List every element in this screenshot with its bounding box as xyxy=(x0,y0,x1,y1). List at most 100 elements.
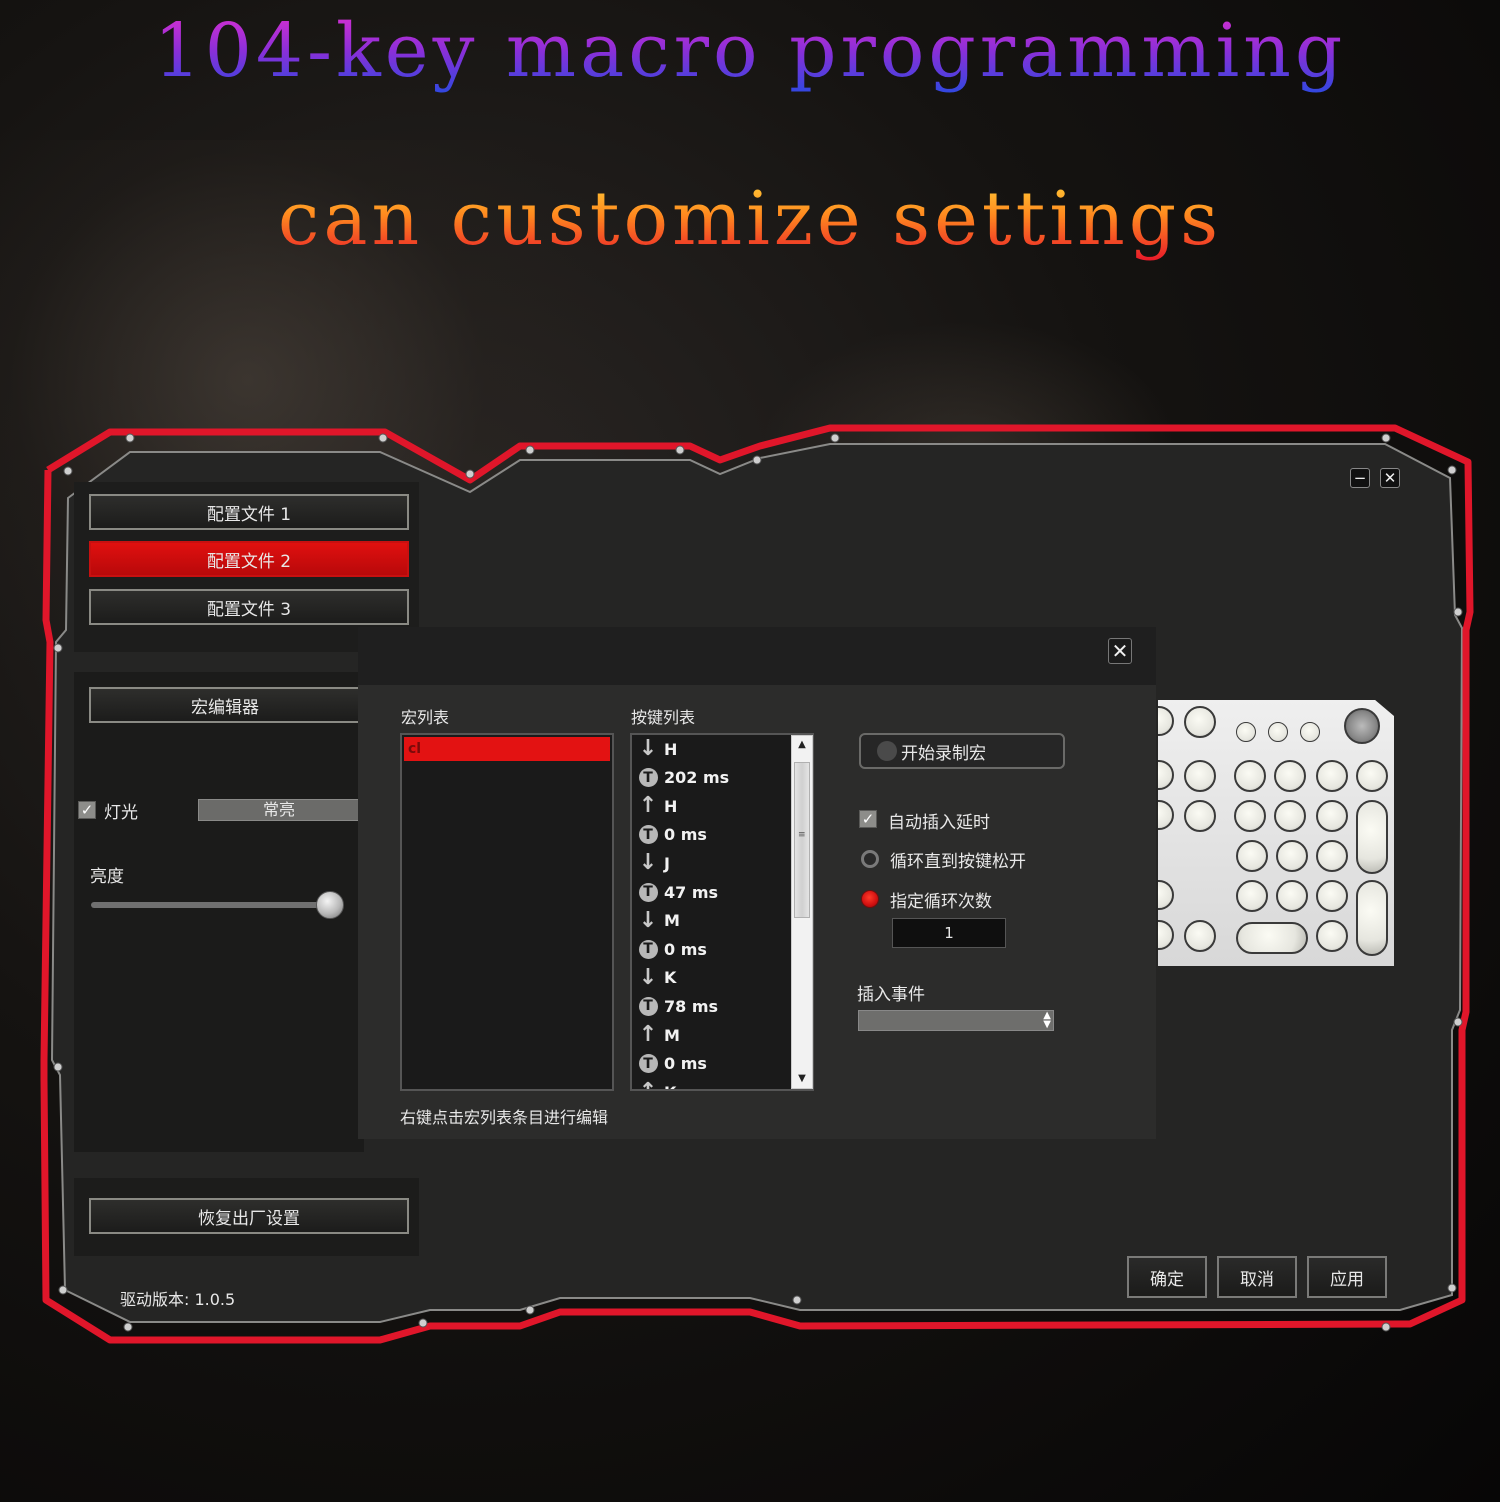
lighting-mode-select[interactable]: 常亮 xyxy=(198,799,360,821)
key-list-item[interactable]: T 0 ms xyxy=(638,1050,707,1078)
delay-timer-icon: T xyxy=(638,1054,658,1074)
key-list-item-text: K xyxy=(664,1083,676,1089)
delay-timer-icon: T xyxy=(638,825,658,845)
apply-button[interactable]: 应用 xyxy=(1307,1256,1387,1298)
key-list-item[interactable]: ↓ H xyxy=(638,735,678,763)
key-list-item-text: 0 ms xyxy=(664,939,707,959)
loop-until-release-label: 循环直到按键松开 xyxy=(890,852,1026,872)
minimize-icon: − xyxy=(1353,468,1367,487)
close-icon: ✕ xyxy=(1383,468,1397,487)
delay-timer-icon: T xyxy=(638,882,658,902)
keycap-plus xyxy=(1356,800,1388,874)
brightness-slider-track[interactable] xyxy=(91,902,341,908)
auto-insert-delay-checkbox[interactable]: ✓ xyxy=(859,810,877,828)
keycap xyxy=(1158,880,1174,910)
window-close-button[interactable]: ✕ xyxy=(1380,468,1400,488)
grip-icon: ≡ xyxy=(798,830,806,840)
ok-label: 确定 xyxy=(1150,1269,1184,1290)
keycap xyxy=(1316,800,1348,832)
check-icon: ✓ xyxy=(861,809,875,828)
key-down-arrow-icon: ↓ xyxy=(638,850,658,876)
restore-factory-button[interactable]: 恢复出厂设置 xyxy=(89,1198,409,1234)
insert-event-select[interactable]: ▲ ▼ xyxy=(858,1010,1054,1031)
keycap xyxy=(1316,760,1348,792)
driver-version: 驱动版本: 1.0.5 xyxy=(120,1290,236,1309)
key-list-item[interactable]: ↑ M xyxy=(638,1021,680,1049)
key-list-item-text: 78 ms xyxy=(664,996,719,1016)
keycap xyxy=(1158,706,1174,736)
macro-list-item[interactable]: cl xyxy=(404,737,610,761)
loop-count-radio[interactable] xyxy=(861,890,879,908)
cancel-label: 取消 xyxy=(1240,1269,1274,1290)
keycap xyxy=(1316,920,1348,952)
brightness-label: 亮度 xyxy=(90,867,124,887)
keycap xyxy=(1158,760,1174,790)
profile-3-button[interactable]: 配置文件 3 xyxy=(89,589,409,625)
key-list-label: 按键列表 xyxy=(631,708,696,727)
keycap-zero xyxy=(1236,922,1308,954)
macro-list[interactable]: cl xyxy=(400,733,614,1091)
keycap xyxy=(1184,800,1216,832)
scroll-up-arrow-icon[interactable]: ▲ xyxy=(792,736,812,754)
key-list-scrollbar[interactable]: ▲ ≡ ▼ xyxy=(791,735,813,1089)
key-list-item-text: H xyxy=(664,739,678,759)
lighting-checkbox[interactable]: ✓ xyxy=(78,801,96,819)
keycap xyxy=(1356,760,1388,792)
ok-button[interactable]: 确定 xyxy=(1127,1256,1207,1298)
key-list-item-text: 47 ms xyxy=(664,882,719,902)
keycap xyxy=(1236,880,1268,912)
keycap xyxy=(1316,880,1348,912)
key-list-item[interactable]: T 78 ms xyxy=(638,992,718,1020)
key-list-item-text: J xyxy=(664,853,670,873)
loop-until-release-radio[interactable] xyxy=(861,850,879,868)
macro-editor-button[interactable]: 宏编辑器 xyxy=(89,687,361,723)
profile-1-button[interactable]: 配置文件 1 xyxy=(89,494,409,530)
keycap xyxy=(1184,760,1216,792)
insert-event-label: 插入事件 xyxy=(857,985,925,1005)
key-list-item[interactable]: ↓ J xyxy=(638,849,670,877)
scrollbar-thumb[interactable]: ≡ xyxy=(794,762,810,918)
key-list-item[interactable]: ↓ M xyxy=(638,907,680,935)
minimize-button[interactable]: − xyxy=(1350,468,1370,488)
keycap xyxy=(1274,760,1306,792)
key-list-item[interactable]: T 47 ms xyxy=(638,878,718,906)
cancel-button[interactable]: 取消 xyxy=(1217,1256,1297,1298)
loop-count-input[interactable]: 1 xyxy=(892,918,1006,948)
key-list-item-text: 202 ms xyxy=(664,768,730,788)
key-list-item[interactable]: T 202 ms xyxy=(638,764,729,792)
keycap xyxy=(1274,800,1306,832)
delay-timer-icon: T xyxy=(638,996,658,1016)
macro-list-label: 宏列表 xyxy=(401,708,450,727)
record-icon xyxy=(877,741,897,761)
key-list-item[interactable]: ↓ K xyxy=(638,964,677,992)
restore-factory-label: 恢复出厂设置 xyxy=(198,1208,300,1229)
keycap xyxy=(1236,840,1268,872)
profile-1-label: 配置文件 1 xyxy=(206,504,292,525)
keycap xyxy=(1184,920,1216,952)
key-list-item[interactable]: T 0 ms xyxy=(638,821,707,849)
keyboard-preview-image xyxy=(1158,700,1394,966)
key-list[interactable]: ↓ H T 202 ms ↑ H T 0 ms ↓ J T 47 ms ↓ M T 0 ms ↓ K T 78 ms ↑… xyxy=(630,733,814,1091)
lighting-label: 灯光 xyxy=(104,803,138,823)
check-icon: ✓ xyxy=(80,800,94,819)
macro-dialog-close-button[interactable]: ✕ xyxy=(1108,638,1132,664)
key-list-item[interactable]: ↑ H xyxy=(638,792,678,820)
profile-2-button[interactable]: 配置文件 2 xyxy=(89,541,409,577)
start-record-macro-button[interactable]: 开始录制宏 xyxy=(859,733,1065,769)
keycap xyxy=(1316,840,1348,872)
volume-knob xyxy=(1344,708,1380,744)
key-up-arrow-icon: ↑ xyxy=(638,1022,658,1047)
keycap xyxy=(1158,800,1174,830)
key-list-item[interactable]: T 0 ms xyxy=(638,935,707,963)
key-list-item-text: 0 ms xyxy=(664,1054,707,1074)
key-down-arrow-icon: ↓ xyxy=(638,736,658,761)
macro-dialog-titlebar xyxy=(358,627,1156,685)
key-up-arrow-icon: ↑ xyxy=(638,793,658,819)
key-down-arrow-icon: ↓ xyxy=(638,907,658,933)
key-list-item[interactable]: ↑K xyxy=(638,1078,677,1089)
profile-2-label: 配置文件 2 xyxy=(206,551,292,572)
keycap xyxy=(1276,840,1308,872)
delay-timer-icon: T xyxy=(638,768,658,788)
brightness-slider-thumb[interactable] xyxy=(315,891,344,919)
scroll-down-arrow-icon[interactable]: ▼ xyxy=(792,1070,812,1088)
